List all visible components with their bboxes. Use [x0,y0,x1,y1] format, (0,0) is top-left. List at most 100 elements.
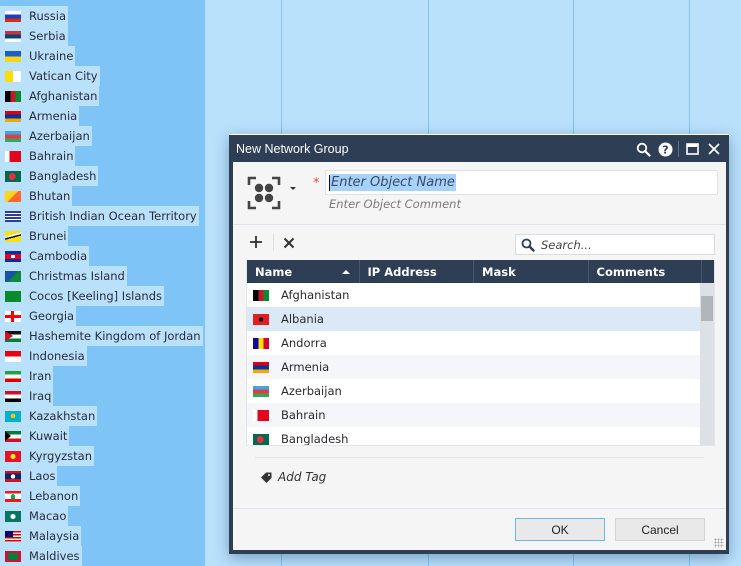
flag-afghanistan-icon [5,90,21,102]
table-row[interactable]: Bangladesh [247,427,702,445]
list-item[interactable]: Serbia [0,26,203,46]
flag-kuwait-icon [5,430,21,442]
list-item[interactable]: Russia [0,6,203,26]
list-item[interactable]: Kuwait [0,426,203,446]
country-name: Afghanistan [29,89,98,103]
object-name-placeholder: Enter Object Name [330,174,456,191]
column-header-ip-address[interactable]: IP Address [360,260,475,283]
flag-lebanon-icon [5,490,21,502]
help-icon[interactable]: ? [654,139,676,159]
list-item-content: Kazakhstan [0,406,98,426]
vertical-scrollbar[interactable] [700,283,714,445]
list-item[interactable]: Malaysia [0,526,203,546]
list-item-content: Christmas Island [0,266,127,286]
country-name: Macao [29,509,67,523]
list-item[interactable]: Bangladesh [0,166,203,186]
list-item-content: Cambodia [0,246,90,266]
list-item[interactable]: Georgia [0,306,203,326]
tag-divider [255,457,704,458]
table-row[interactable]: Andorra [247,331,702,355]
table-row[interactable]: Azerbaijan [247,379,702,403]
list-item[interactable]: Cambodia [0,246,203,266]
flag-cocos-icon [5,290,21,302]
ok-button[interactable]: OK [515,518,605,541]
list-item[interactable]: Kazakhstan [0,406,203,426]
flag-christmas-icon [5,270,21,282]
list-item[interactable]: Maldives [0,546,203,566]
add-tag-link[interactable]: Add Tag [261,470,326,484]
country-name: Azerbaijan [29,129,90,143]
list-item[interactable]: Indonesia [0,346,203,366]
plus-icon[interactable] [248,234,264,250]
flag-bahrain-icon [5,150,21,162]
flag-andorra-icon [253,337,269,349]
list-item[interactable]: Ukraine [0,46,203,66]
flag-jordan-icon [5,330,21,342]
column-header-comments[interactable]: Comments [589,260,703,283]
list-item[interactable]: Hashemite Kingdom of Jordan [0,326,203,346]
resize-grip[interactable] [714,538,724,548]
table-header: Name IP Address Mask Comments [247,260,714,283]
flag-azerbaijan-icon [253,385,269,397]
flag-kazakhstan-icon [5,410,21,422]
flag-maldives-icon [5,550,21,562]
table-row[interactable]: Afghanistan [247,283,702,307]
list-item-content: Hashemite Kingdom of Jordan [0,326,203,346]
flag-armenia-icon [253,361,269,373]
row-name: Bahrain [281,408,326,422]
cancel-button[interactable]: Cancel [615,518,705,541]
list-item[interactable]: British Indian Ocean Territory [0,206,203,226]
x-icon[interactable] [283,237,295,249]
flag-albania-icon [253,313,269,325]
dialog-titlebar[interactable]: New Network Group ? [229,134,729,162]
sort-ascending-icon [341,270,350,274]
country-name: Lebanon [29,489,79,503]
country-name: Kazakhstan [29,409,96,423]
list-item-content: Serbia [0,26,68,46]
list-item-content: Bahrain [0,146,76,166]
flag-bhutan-icon [5,190,21,202]
list-item[interactable]: Iraq [0,386,203,406]
flag-laos-icon [5,470,21,482]
search-icon[interactable] [632,139,654,159]
list-item-content: Azerbaijan [0,126,92,146]
list-item[interactable]: Iran [0,366,203,386]
list-item-content: Armenia [0,106,80,126]
icon-dropdown-caret[interactable] [290,187,296,190]
list-item[interactable]: Macao [0,506,203,526]
scrollbar-thumb[interactable] [701,296,713,321]
list-item[interactable]: Laos [0,466,203,486]
close-icon[interactable] [703,139,725,159]
column-header-filler [702,260,714,283]
object-name-input[interactable]: Enter Object Name [325,170,718,195]
members-table: Name IP Address Mask Comments Afghanista… [246,260,715,446]
list-item[interactable]: Armenia [0,106,203,126]
maximize-icon[interactable] [681,139,703,159]
table-row[interactable]: Albania [247,307,702,331]
list-item[interactable]: Kyrgyzstan [0,446,203,466]
list-item[interactable]: Bhutan [0,186,203,206]
column-header-mask[interactable]: Mask [474,260,589,283]
list-item[interactable]: Brunei [0,226,203,246]
flag-serbia-icon [5,30,21,42]
flag-vatican-icon [5,70,21,82]
flag-russia-icon [5,10,21,22]
table-row[interactable]: Bahrain [247,403,702,427]
object-comment-field[interactable]: Enter Object Comment [329,197,461,211]
list-item[interactable]: Afghanistan [0,86,203,106]
list-item[interactable]: Vatican City [0,66,203,86]
list-item[interactable]: Lebanon [0,486,203,506]
search-input[interactable]: Search... [515,234,715,255]
list-item[interactable]: Cocos [Keeling] Islands [0,286,203,306]
table-row[interactable]: Armenia [247,355,702,379]
header-divider [233,224,726,225]
network-group-icon[interactable] [247,176,281,210]
column-header-name[interactable]: Name [247,260,360,283]
list-item[interactable]: Azerbaijan [0,126,203,146]
footer-divider [233,508,726,509]
list-item[interactable]: Bahrain [0,146,203,166]
list-item[interactable]: Christmas Island [0,266,203,286]
country-name: Cambodia [29,249,88,263]
list-item-content: Afghanistan [0,86,100,106]
list-item-content: Georgia [0,306,77,326]
